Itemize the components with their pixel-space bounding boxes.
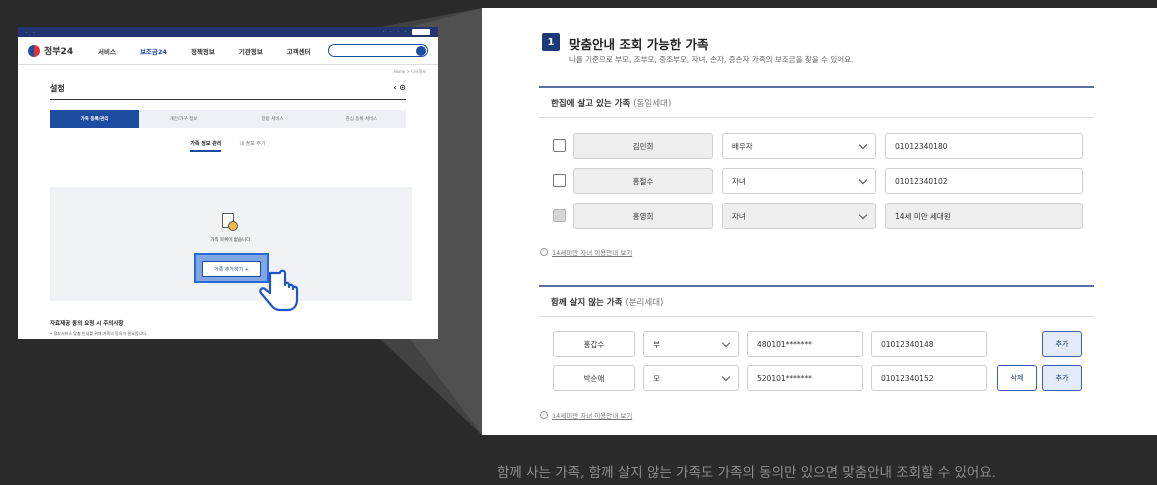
zoom-panel: 1 맞춤안내 조회 가능한 가족 나를 기준으로 부모, 조부모, 증조부모, …	[482, 8, 1157, 435]
step-badge: 1	[542, 33, 560, 51]
separate-household-section: 함께 살지 않는 가족 (분리세대) 홍갑수 부 480101******* 0…	[539, 285, 1094, 395]
name-field: 김민희	[573, 133, 713, 159]
tab-family[interactable]: 가족 등록/관리	[50, 110, 139, 128]
family-row: 홍영희 자녀 14세 미만 세대원	[539, 203, 1094, 229]
caption: 함께 사는 가족, 함께 살지 않는 가족도 가족의 동의만 있으면 맞춤안내 …	[497, 465, 997, 481]
phone-input[interactable]: 01012340102	[885, 168, 1083, 194]
tab-household[interactable]: 개인/가구 정보	[139, 110, 228, 128]
utility-bar: · · · · · ·	[18, 27, 438, 37]
under14-info-link[interactable]: i 14세미만 자녀 이용안내 보기	[540, 410, 632, 420]
add-family-button[interactable]: 가족 추가하기 +	[202, 261, 261, 277]
tab-alerts[interactable]: 알림 서비스	[228, 110, 317, 128]
search-input[interactable]	[328, 44, 428, 57]
family-row: 홍철수 자녀 01012340102	[539, 168, 1094, 194]
pointer-hand-icon	[259, 269, 299, 312]
info-icon: i	[540, 411, 548, 419]
name-field: 홍철수	[573, 168, 713, 194]
logo[interactable]: 정부24	[28, 44, 98, 57]
empty-state: 가족 목록이 없습니다. 가족 추가하기 +	[50, 187, 412, 301]
search-icon[interactable]	[416, 46, 426, 56]
rrn-input[interactable]: 480101*******	[747, 331, 863, 357]
add-button[interactable]: 추가	[1042, 331, 1082, 357]
chevron-down-icon	[858, 175, 868, 185]
settings-tabs: 가족 등록/관리 개인/가구 정보 알림 서비스 관심 등록 서비스	[50, 110, 406, 128]
select-checkbox-disabled	[553, 209, 566, 222]
phone-input[interactable]: 01012340152	[871, 365, 987, 391]
name-field: 홍영희	[573, 203, 713, 229]
subtab-my-info[interactable]: 내 정보 주기	[239, 140, 265, 152]
menu-support[interactable]: 고객센터	[287, 46, 311, 56]
share-icon[interactable]: ‹ ⊙	[393, 83, 406, 94]
name-input[interactable]: 박순애	[553, 365, 635, 391]
sub-tabs: 가족 정보 관리 내 정보 주기	[18, 140, 438, 152]
family-row: 박순애 모 520101******* 01012340152 삭제 추가	[539, 365, 1094, 391]
emblem-icon	[28, 44, 40, 57]
rrn-input[interactable]: 520101*******	[747, 365, 863, 391]
phone-input[interactable]: 01012340148	[871, 331, 987, 357]
page-title: 설정 ‹ ⊙	[50, 83, 406, 100]
same-household-title: 한집에 살고 있는 가족 (동일세대)	[551, 99, 672, 109]
phone-input[interactable]: 01012340180	[885, 133, 1083, 159]
menu-agency[interactable]: 기관정보	[239, 46, 263, 56]
family-row: 홍갑수 부 480101******* 01012340148 추가	[539, 331, 1094, 357]
menu-subsidy[interactable]: 보조금24	[140, 46, 167, 56]
chevron-down-icon	[858, 140, 868, 150]
relation-select[interactable]: 모	[643, 365, 739, 391]
notice-text: • 정부서비스 맞춤 안내를 위해 가족의 동의가 필요합니다.	[50, 331, 148, 336]
family-row: 김민희 배우자 01012340180	[539, 133, 1094, 159]
info-icon: i	[540, 248, 548, 256]
same-household-section: 한집에 살고 있는 가족 (동일세대) 김민희 배우자 01012340180 …	[539, 86, 1094, 246]
relation-select[interactable]: 배우자	[722, 133, 876, 159]
select-checkbox[interactable]	[553, 174, 566, 187]
section-heading: 맞춤안내 조회 가능한 가족	[569, 37, 709, 52]
under14-info-link[interactable]: i 14세미만 자녀 이용안내 보기	[540, 247, 632, 257]
notice-title: 자료제공 동의 요청 시 주의사항	[50, 321, 124, 327]
delete-button[interactable]: 삭제	[997, 365, 1037, 391]
menu-service[interactable]: 서비스	[98, 46, 116, 56]
mini-screenshot: · · · · · · 정부24 서비스 보조금24 정책정보 기관정보 고객센터 Ho…	[18, 27, 438, 339]
chevron-down-icon	[721, 372, 731, 382]
relation-select-disabled: 자녀	[722, 203, 876, 229]
menu-policy[interactable]: 정책정보	[191, 46, 215, 56]
select-checkbox[interactable]	[553, 139, 566, 152]
relation-select[interactable]: 자녀	[722, 168, 876, 194]
tab-interests[interactable]: 관심 등록 서비스	[317, 110, 406, 128]
chevron-down-icon	[858, 210, 868, 220]
add-button[interactable]: 추가	[1042, 365, 1082, 391]
breadcrumb: Home > 나의정보	[393, 69, 426, 74]
empty-message: 가족 목록이 없습니다.	[210, 238, 252, 243]
chevron-down-icon	[721, 338, 731, 348]
document-icon	[222, 213, 238, 231]
subtab-family-info[interactable]: 가족 정보 관리	[190, 140, 222, 152]
separate-household-title: 함께 살지 않는 가족 (분리세대)	[551, 298, 664, 308]
relation-select[interactable]: 부	[643, 331, 739, 357]
section-description: 나를 기준으로 부모, 조부모, 증조부모, 자녀, 손자, 증손자 가족의 보…	[569, 55, 854, 64]
name-input[interactable]: 홍갑수	[553, 331, 635, 357]
global-nav: 정부24 서비스 보조금24 정책정보 기관정보 고객센터	[18, 37, 438, 65]
phone-field-disabled: 14세 미만 세대원	[885, 203, 1083, 229]
